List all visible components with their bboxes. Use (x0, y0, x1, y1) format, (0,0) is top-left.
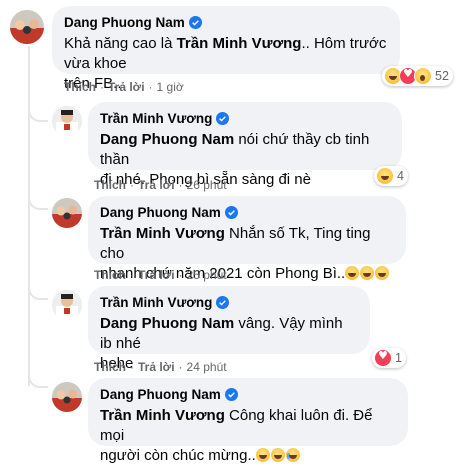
comment-bubble: Trần Minh Vương Dang Phuong Nam vâng. Vậ… (88, 286, 370, 372)
reaction-summary[interactable]: 1 (372, 348, 406, 368)
comment-author[interactable]: Trần Minh Vương (100, 110, 212, 127)
comment-reply: Trần Minh Vương Dang Phuong Nam vâng. Vậ… (0, 282, 456, 374)
tears-emoji-icon (285, 448, 300, 462)
reaction-summary[interactable]: 4 (374, 166, 408, 186)
timestamp[interactable]: 1 giờ (157, 80, 184, 94)
comment-bubble: Dang Phuong Nam Trần Minh Vương Nhắn số … (88, 196, 406, 282)
reaction-summary[interactable]: 52 (382, 66, 453, 86)
reaction-count: 4 (397, 169, 404, 183)
verified-badge-icon (224, 206, 238, 219)
comment-actions: Thích · Trả lời · 1 giờ (64, 80, 184, 94)
comment: Dang Phuong Nam Khả năng cao là Trần Min… (0, 0, 456, 95)
mention[interactable]: Dang Phuong Nam (100, 315, 234, 332)
comment-text: Trần Minh Vương Công khai luôn đi. Để mọ… (100, 407, 373, 464)
haha-icon (376, 167, 394, 185)
verified-badge-icon (216, 112, 230, 125)
love-icon (374, 349, 392, 367)
mention[interactable]: Trần Minh Vương (100, 225, 225, 242)
verified-badge-icon (216, 296, 230, 309)
mention[interactable]: Trần Minh Vương (177, 35, 302, 52)
reply-link[interactable]: Trả lời (108, 80, 145, 94)
comment-author[interactable]: Dang Phuong Nam (100, 204, 221, 221)
comment-bubble: Trần Minh Vương Dang Phuong Nam nói chứ … (88, 102, 402, 188)
comment-reply: Dang Phuong Nam Trần Minh Vương Nhắn số … (0, 188, 456, 282)
verified-badge-icon (224, 388, 238, 401)
verified-badge-icon (188, 16, 202, 29)
avatar[interactable] (52, 290, 82, 320)
like-link[interactable]: Thích (94, 268, 126, 282)
grin-emoji-icon (255, 448, 270, 462)
comment-actions: Thích · Trả lời · 25 phút (94, 268, 227, 282)
comment-reply: Trần Minh Vương Dang Phuong Nam nói chứ … (0, 98, 456, 192)
grin-emoji-icon (375, 266, 390, 280)
comment-author[interactable]: Dang Phuong Nam (100, 386, 221, 403)
grin-emoji-icon (345, 266, 360, 280)
mention[interactable]: Dang Phuong Nam (100, 131, 234, 148)
reaction-count: 52 (435, 69, 449, 83)
like-link[interactable]: Thích (64, 80, 96, 94)
comment-author[interactable]: Dang Phuong Nam (64, 14, 185, 31)
comment-bubble: Dang Phuong Nam Khả năng cao là Trần Min… (52, 6, 400, 92)
mention[interactable]: Trần Minh Vương (100, 407, 225, 424)
comment-bubble: Dang Phuong Nam Trần Minh Vương Công kha… (88, 378, 408, 464)
reaction-count: 1 (395, 351, 402, 365)
avatar[interactable] (10, 10, 44, 44)
grin-emoji-icon (270, 448, 285, 462)
avatar[interactable] (52, 106, 82, 136)
comment-author[interactable]: Trần Minh Vương (100, 294, 212, 311)
wow-icon (414, 67, 432, 85)
timestamp[interactable]: 25 phút (187, 268, 227, 282)
avatar[interactable] (52, 382, 82, 412)
grin-emoji-icon (360, 266, 375, 280)
comment-reply: Dang Phuong Nam Trần Minh Vương Công kha… (0, 372, 456, 464)
avatar[interactable] (52, 198, 82, 228)
reply-link[interactable]: Trả lời (138, 268, 175, 282)
